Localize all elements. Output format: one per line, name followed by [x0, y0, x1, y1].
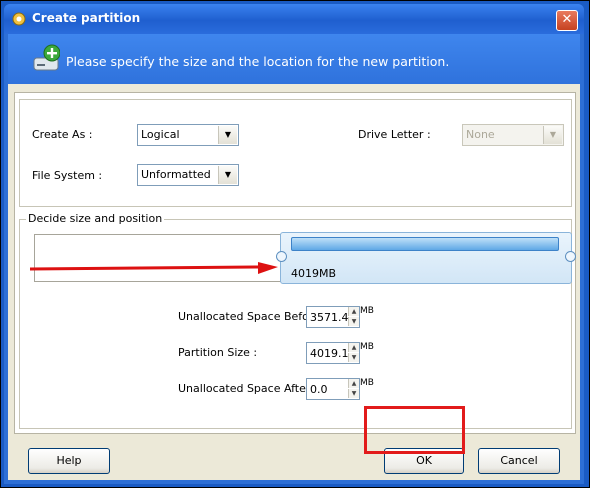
unallocated-after-label: Unallocated Space After: [178, 382, 314, 395]
close-icon: ✕ [561, 12, 573, 27]
create-partition-dialog: Create partition ✕ Please specify the si… [4, 4, 584, 484]
window-title: Create partition [32, 11, 141, 25]
cancel-button-label: Cancel [500, 454, 538, 467]
disk-add-icon [33, 44, 60, 71]
title-bar: Create partition ✕ [4, 4, 584, 34]
size-position-title: Decide size and position [26, 212, 165, 225]
spin-down-icon[interactable]: ▼ [348, 353, 359, 362]
drive-letter-select[interactable]: None ▼ [462, 124, 564, 146]
unallocated-before-input[interactable]: 3571.4 ▲ ▼ [306, 306, 360, 328]
banner-instruction: Please specify the size and the location… [66, 54, 450, 69]
partition-options-group: Create As : Logical ▼ File System : Unfo… [19, 99, 572, 207]
create-as-select[interactable]: Logical ▼ [137, 124, 239, 146]
unallocated-after-input[interactable]: 0.0 ▲ ▼ [306, 378, 360, 400]
unallocated-before-value: 3571.4 [310, 311, 349, 324]
partition-block[interactable]: 4019MB [280, 232, 572, 284]
dialog-body: Please specify the size and the location… [8, 34, 580, 480]
dropdown-arrow-icon[interactable]: ▼ [218, 166, 237, 184]
ok-button-highlight [364, 406, 465, 454]
spin-up-icon[interactable]: ▲ [348, 379, 359, 388]
dropdown-arrow-icon: ▼ [543, 126, 562, 144]
partition-size-label: Partition Size : [178, 346, 258, 359]
cancel-button[interactable]: Cancel [478, 448, 560, 474]
unit-label: MB [360, 342, 374, 352]
red-arrow-annotation [30, 262, 278, 274]
right-resize-handle[interactable] [565, 251, 576, 262]
close-button[interactable]: ✕ [556, 10, 578, 31]
spin-down-icon[interactable]: ▼ [348, 389, 359, 398]
size-position-group: Decide size and position 4019MB Unalloca… [19, 212, 576, 429]
unallocated-after-value: 0.0 [310, 383, 328, 396]
create-as-label: Create As : [32, 128, 93, 141]
spin-up-icon[interactable]: ▲ [348, 307, 359, 316]
drive-letter-value: None [466, 128, 495, 141]
ok-button-label: OK [416, 454, 432, 467]
unit-label: MB [360, 378, 374, 388]
left-resize-handle[interactable] [276, 251, 287, 262]
file-system-value: Unformatted [141, 168, 211, 181]
header-banner: Please specify the size and the location… [8, 34, 580, 84]
partition-bar [291, 237, 559, 251]
dropdown-arrow-icon[interactable]: ▼ [218, 126, 237, 144]
file-system-select[interactable]: Unformatted ▼ [137, 164, 239, 186]
drive-letter-label: Drive Letter : [358, 128, 431, 141]
spin-down-icon[interactable]: ▼ [348, 317, 359, 326]
create-as-value: Logical [141, 128, 180, 141]
unit-label: MB [360, 306, 374, 316]
file-system-label: File System : [32, 169, 103, 182]
help-button[interactable]: Help [28, 448, 110, 474]
app-icon [12, 12, 26, 26]
partition-size-text: 4019MB [291, 267, 337, 280]
partition-size-input[interactable]: 4019.1 ▲ ▼ [306, 342, 360, 364]
help-button-label: Help [56, 454, 82, 467]
unallocated-before-label: Unallocated Space Before: [178, 310, 324, 323]
spin-up-icon[interactable]: ▲ [348, 343, 359, 352]
partition-size-value: 4019.1 [310, 347, 349, 360]
